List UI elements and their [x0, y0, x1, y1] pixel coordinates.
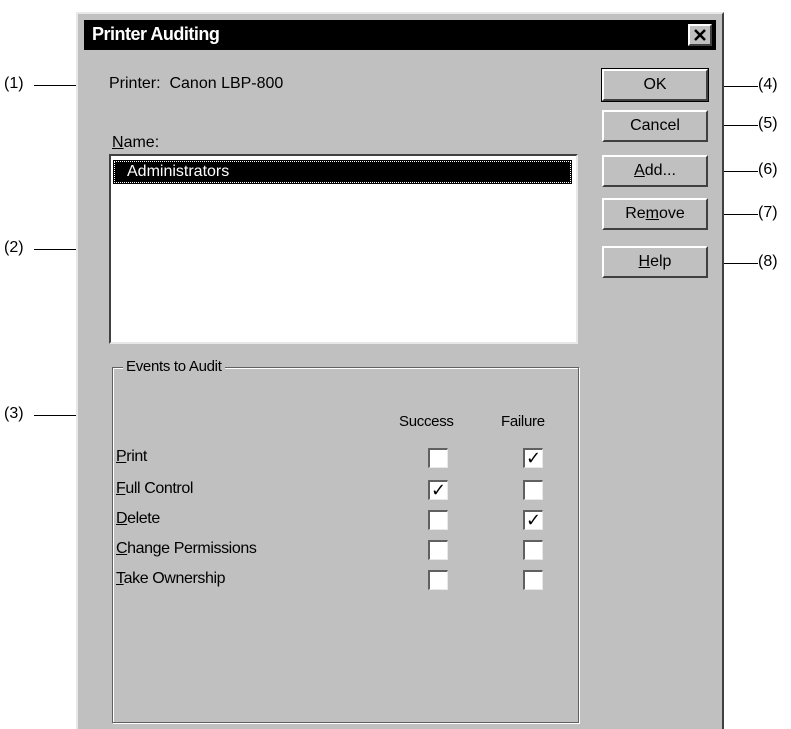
- accel-delete: D: [116, 510, 128, 527]
- checkmark-icon: ✓: [525, 448, 542, 468]
- event-row-take-ownership: Take Ownership: [113, 567, 578, 593]
- callout-7: (7): [758, 204, 778, 221]
- add-button[interactable]: Add...: [602, 155, 708, 187]
- list-item-administrators[interactable]: Administrators: [113, 160, 572, 184]
- accel-take-ownership: T: [116, 570, 124, 587]
- print-failure-checkbox[interactable]: ✓: [523, 448, 543, 468]
- delete-success-checkbox[interactable]: [428, 510, 448, 530]
- printer-label: Printer:: [109, 75, 161, 92]
- figure: (1) (2) (3) (4) (5) (6) (7) (8) Printer …: [0, 0, 791, 729]
- label-rest-take-ownership: ake Ownership: [123, 570, 226, 587]
- label-rest-print: rint: [126, 448, 147, 465]
- accel-change-permissions: C: [116, 540, 128, 557]
- help-accel: H: [638, 253, 651, 270]
- callout-3: (3): [4, 405, 24, 422]
- name-label: Name:: [112, 134, 159, 152]
- help-label-rest: elp: [650, 253, 672, 270]
- event-label-delete: Delete: [116, 510, 160, 528]
- name-listbox[interactable]: Administrators: [109, 154, 578, 344]
- delete-failure-checkbox[interactable]: ✓: [523, 510, 543, 530]
- event-label-take-ownership: Take Ownership: [116, 570, 226, 588]
- full-control-success-checkbox[interactable]: ✓: [428, 480, 448, 500]
- title-bar[interactable]: Printer Auditing: [84, 20, 716, 50]
- event-label-change-permissions: Change Permissions: [116, 540, 257, 558]
- success-column-header: Success: [399, 413, 454, 430]
- cancel-button[interactable]: Cancel: [602, 110, 708, 142]
- events-group-label: Events to Audit: [123, 358, 225, 375]
- change-permissions-failure-checkbox[interactable]: [523, 540, 543, 560]
- remove-button[interactable]: Remove: [602, 198, 708, 230]
- callout-5: (5): [758, 115, 778, 132]
- failure-column-header: Failure: [501, 413, 545, 430]
- print-success-checkbox[interactable]: [428, 448, 448, 468]
- callout-4: (4): [758, 76, 778, 93]
- ok-button[interactable]: OK: [601, 68, 709, 102]
- callout-2: (2): [4, 239, 24, 256]
- event-row-delete: Delete ✓: [113, 507, 578, 533]
- checkmark-icon: ✓: [525, 510, 542, 530]
- accel-print: P: [116, 448, 127, 465]
- change-permissions-success-checkbox[interactable]: [428, 540, 448, 560]
- close-icon: [694, 29, 706, 41]
- event-label-print: Print: [116, 448, 147, 466]
- event-label-full-control: Full Control: [116, 480, 193, 498]
- remove-accel: m: [645, 205, 659, 222]
- events-to-audit-group: Events to Audit Success Failure Print ✓ …: [112, 358, 579, 723]
- callout-6: (6): [758, 161, 778, 178]
- dialog-title: Printer Auditing: [92, 24, 220, 44]
- close-button[interactable]: [688, 24, 712, 46]
- checkmark-icon: ✓: [430, 480, 447, 500]
- event-row-print: Print ✓: [113, 445, 578, 471]
- name-label-rest: ame:: [123, 134, 160, 151]
- remove-label-rest: ove: [658, 205, 685, 222]
- full-control-failure-checkbox[interactable]: [523, 480, 543, 500]
- add-accel: A: [634, 162, 645, 179]
- printer-name: Canon LBP-800: [169, 75, 284, 92]
- printer-info: Printer: Canon LBP-800: [109, 75, 283, 93]
- label-rest-change-permissions: hange Permissions: [127, 540, 257, 557]
- callout-8: (8): [758, 253, 778, 270]
- callout-1: (1): [4, 75, 24, 92]
- add-label-rest: dd...: [644, 162, 676, 179]
- event-row-full-control: Full Control ✓: [113, 477, 578, 503]
- take-ownership-failure-checkbox[interactable]: [523, 570, 543, 590]
- help-button[interactable]: Help: [602, 246, 708, 278]
- remove-label-pre: Re: [625, 205, 646, 222]
- take-ownership-success-checkbox[interactable]: [428, 570, 448, 590]
- accel-full-control: F: [116, 480, 126, 497]
- label-rest-full-control: ull Control: [125, 480, 194, 497]
- event-row-change-permissions: Change Permissions: [113, 537, 578, 563]
- name-label-accel: N: [112, 134, 124, 151]
- label-rest-delete: elete: [127, 510, 160, 527]
